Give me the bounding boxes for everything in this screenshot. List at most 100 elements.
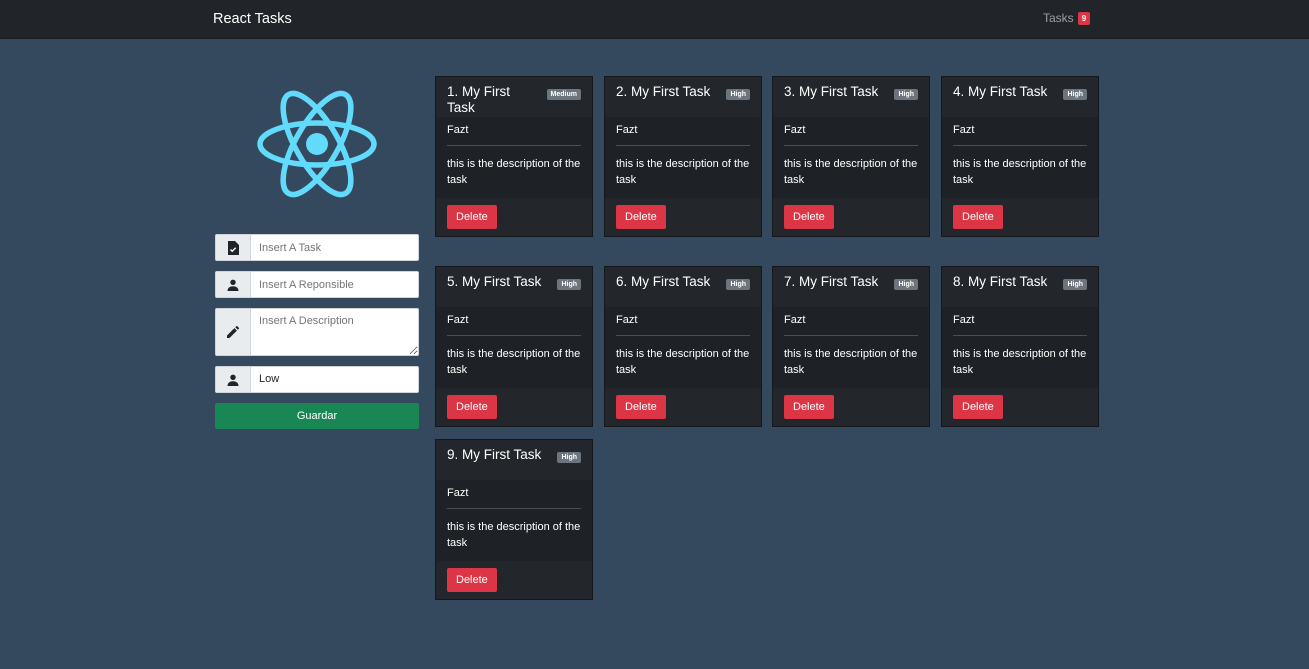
delete-button[interactable]: Delete bbox=[953, 395, 1003, 419]
task-description: this is the description of the task bbox=[784, 158, 918, 186]
react-logo bbox=[257, 90, 377, 198]
task-card-header: 7. My First Task High bbox=[773, 267, 929, 307]
priority-field: Low bbox=[215, 366, 419, 393]
task-responsible: Fazt bbox=[616, 307, 750, 336]
task-card: 1. My First Task Medium Fazt this is the… bbox=[435, 76, 593, 237]
task-card-footer: Delete bbox=[436, 198, 592, 236]
description-input[interactable] bbox=[251, 309, 418, 355]
task-card: 9. My First Task High Fazt this is the d… bbox=[435, 439, 593, 600]
task-title: 9. My First Task bbox=[447, 447, 542, 462]
task-responsible: Fazt bbox=[953, 307, 1087, 336]
task-input[interactable] bbox=[251, 235, 418, 260]
navbar-brand[interactable]: React Tasks bbox=[213, 11, 292, 27]
delete-button[interactable]: Delete bbox=[447, 568, 497, 592]
task-card-footer: Delete bbox=[605, 198, 761, 236]
task-title: 2. My First Task bbox=[616, 84, 711, 99]
task-card-body: Fazt this is the description of the task bbox=[605, 117, 761, 198]
task-responsible: Fazt bbox=[953, 117, 1087, 146]
navbar: React Tasks Tasks 9 bbox=[0, 0, 1309, 39]
tasks-count-badge: 9 bbox=[1077, 11, 1091, 25]
task-card: 8. My First Task High Fazt this is the d… bbox=[941, 266, 1099, 427]
task-card-footer: Delete bbox=[773, 198, 929, 236]
task-card: 5. My First Task High Fazt this is the d… bbox=[435, 266, 593, 427]
task-title: 4. My First Task bbox=[953, 84, 1048, 99]
person-icon bbox=[216, 272, 251, 297]
task-card: 3. My First Task High Fazt this is the d… bbox=[772, 76, 930, 237]
task-form: Low Guardar bbox=[215, 234, 419, 429]
task-card-header: 5. My First Task High bbox=[436, 267, 592, 307]
description-field bbox=[215, 308, 419, 356]
delete-button[interactable]: Delete bbox=[784, 395, 834, 419]
task-field bbox=[215, 234, 419, 261]
priority-badge: High bbox=[557, 452, 581, 463]
delete-button[interactable]: Delete bbox=[616, 205, 666, 229]
priority-badge: High bbox=[894, 89, 918, 100]
task-card-body: Fazt this is the description of the task bbox=[436, 117, 592, 198]
task-card: 4. My First Task High Fazt this is the d… bbox=[941, 76, 1099, 237]
task-card-body: Fazt this is the description of the task bbox=[436, 480, 592, 561]
priority-badge: High bbox=[726, 89, 750, 100]
task-card-body: Fazt this is the description of the task bbox=[436, 307, 592, 388]
task-card-body: Fazt this is the description of the task bbox=[605, 307, 761, 388]
task-description: this is the description of the task bbox=[616, 348, 750, 376]
task-card-header: 8. My First Task High bbox=[942, 267, 1098, 307]
task-responsible: Fazt bbox=[447, 307, 581, 336]
task-responsible: Fazt bbox=[616, 117, 750, 146]
task-description: this is the description of the task bbox=[953, 348, 1087, 376]
delete-button[interactable]: Delete bbox=[616, 395, 666, 419]
task-card-footer: Delete bbox=[942, 388, 1098, 426]
responsible-input[interactable] bbox=[251, 272, 418, 297]
delete-button[interactable]: Delete bbox=[953, 205, 1003, 229]
task-card-header: 1. My First Task Medium bbox=[436, 77, 592, 117]
task-file-icon bbox=[216, 235, 251, 260]
task-card-header: 3. My First Task High bbox=[773, 77, 929, 117]
task-card-body: Fazt this is the description of the task bbox=[942, 307, 1098, 388]
pencil-icon bbox=[216, 309, 251, 355]
priority-badge: Medium bbox=[546, 89, 581, 100]
task-title: 1. My First Task bbox=[447, 84, 510, 115]
task-description: this is the description of the task bbox=[447, 348, 581, 376]
task-title: 3. My First Task bbox=[784, 84, 879, 99]
nav-tasks-label: Tasks bbox=[1043, 11, 1074, 25]
priority-badge: High bbox=[1063, 89, 1087, 100]
task-responsible: Fazt bbox=[447, 117, 581, 146]
task-responsible: Fazt bbox=[784, 307, 918, 336]
task-title: 7. My First Task bbox=[784, 274, 879, 289]
task-card: 2. My First Task High Fazt this is the d… bbox=[604, 76, 762, 237]
delete-button[interactable]: Delete bbox=[784, 205, 834, 229]
task-description: this is the description of the task bbox=[616, 158, 750, 186]
task-responsible: Fazt bbox=[784, 117, 918, 146]
task-card-footer: Delete bbox=[605, 388, 761, 426]
save-button[interactable]: Guardar bbox=[215, 403, 419, 429]
task-card-header: 9. My First Task High bbox=[436, 440, 592, 480]
task-card-header: 6. My First Task High bbox=[605, 267, 761, 307]
task-card: 7. My First Task High Fazt this is the d… bbox=[772, 266, 930, 427]
person-icon bbox=[216, 367, 251, 392]
delete-button[interactable]: Delete bbox=[447, 205, 497, 229]
task-responsible: Fazt bbox=[447, 480, 581, 509]
task-description: this is the description of the task bbox=[447, 521, 581, 549]
priority-badge: High bbox=[1063, 279, 1087, 290]
priority-badge: High bbox=[726, 279, 750, 290]
task-card-footer: Delete bbox=[942, 198, 1098, 236]
task-card-body: Fazt this is the description of the task bbox=[773, 307, 929, 388]
task-card-footer: Delete bbox=[773, 388, 929, 426]
nav-tasks[interactable]: Tasks 9 bbox=[1043, 11, 1091, 25]
priority-badge: High bbox=[557, 279, 581, 290]
task-description: this is the description of the task bbox=[447, 158, 581, 186]
task-card: 6. My First Task High Fazt this is the d… bbox=[604, 266, 762, 427]
priority-select[interactable]: Low bbox=[251, 367, 418, 392]
task-title: 8. My First Task bbox=[953, 274, 1048, 289]
task-card-body: Fazt this is the description of the task bbox=[942, 117, 1098, 198]
task-card-footer: Delete bbox=[436, 388, 592, 426]
task-title: 6. My First Task bbox=[616, 274, 711, 289]
task-card-body: Fazt this is the description of the task bbox=[773, 117, 929, 198]
priority-badge: High bbox=[894, 279, 918, 290]
task-description: this is the description of the task bbox=[953, 158, 1087, 186]
delete-button[interactable]: Delete bbox=[447, 395, 497, 419]
task-title: 5. My First Task bbox=[447, 274, 542, 289]
task-description: this is the description of the task bbox=[784, 348, 918, 376]
responsible-field bbox=[215, 271, 419, 298]
task-card-footer: Delete bbox=[436, 561, 592, 599]
task-card-header: 2. My First Task High bbox=[605, 77, 761, 117]
